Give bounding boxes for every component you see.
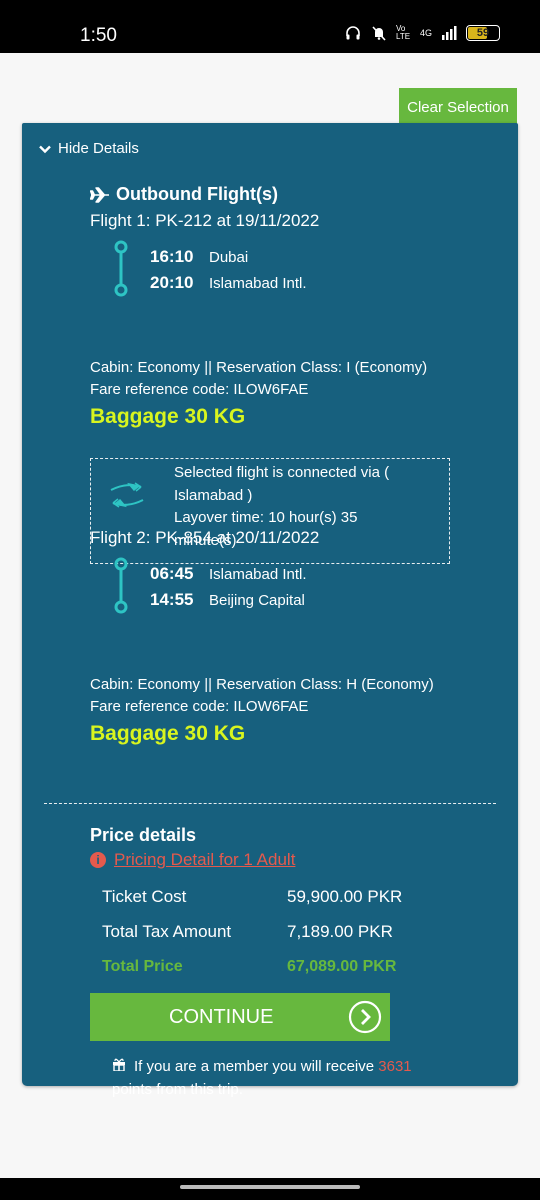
clear-selection-button[interactable]: Clear Selection [399, 88, 517, 126]
ticket-cost-row: Ticket Cost 59,900.00 PKR [102, 887, 402, 907]
departure-airport: Dubai [209, 249, 249, 266]
network-type: 4G [419, 28, 432, 38]
battery-level: 59 [476, 27, 490, 39]
status-icons: Vo LTE 4G 59 [344, 24, 500, 42]
continue-label: CONTINUE [169, 1006, 274, 1028]
member-points-note: If you are a member you will receive 363… [112, 1056, 412, 1098]
section-divider [44, 803, 496, 804]
hide-details-label: Hide Details [58, 140, 139, 157]
price-details-title: Price details [90, 825, 197, 845]
total-price-value: 67,089.00 PKR [287, 958, 397, 975]
outbound-title: Outbound Flight(s) [90, 184, 278, 205]
fare-reference: Fare reference code: ILOW6FAE [90, 698, 309, 715]
flight-2-route: 06:45 Islamabad Intl. 14:55 Beijing Capi… [110, 557, 410, 617]
pricing-detail-link[interactable]: i Pricing Detail for 1 Adult [90, 850, 295, 870]
arrival-time: 14:55 [150, 590, 194, 609]
baggage-allowance: Baggage 30 KG [90, 722, 246, 745]
volte-icon: Vo LTE [395, 24, 411, 41]
arrow-circle-right-icon [348, 1000, 382, 1034]
gift-icon [112, 1056, 128, 1079]
flight-details-card: Hide Details Outbound Flight(s) Flight 1… [22, 123, 518, 1098]
route-line-icon [114, 557, 128, 614]
hide-details-toggle[interactable]: Hide Details [38, 140, 139, 157]
departure-row: 16:10 Dubai [150, 247, 248, 267]
headphones-icon [344, 24, 362, 42]
flight-1-info: Cabin: Economy || Reservation Class: I (… [90, 357, 427, 401]
flight-2-info: Cabin: Economy || Reservation Class: H (… [90, 674, 434, 718]
cabin-info: Cabin: Economy || Reservation Class: H (… [90, 676, 434, 693]
departure-time: 06:45 [150, 564, 194, 583]
arrival-airport: Islamabad Intl. [209, 275, 307, 292]
continue-button[interactable]: CONTINUE [90, 993, 390, 1041]
reward-points: 3631 [378, 1058, 412, 1075]
chevron-down-icon [39, 145, 51, 153]
flight-1-title: Flight 1: PK-212 at 19/11/2022 [90, 211, 320, 230]
mute-bell-icon [370, 24, 388, 42]
arrival-row: 14:55 Beijing Capital [150, 590, 305, 610]
total-price-row: Total Price 67,089.00 PKR [102, 958, 396, 976]
total-price-label: Total Price [102, 958, 183, 975]
arrival-airport: Beijing Capital [209, 592, 305, 609]
battery-icon: 59 [466, 25, 500, 41]
plane-icon [90, 186, 109, 203]
signal-icon [440, 24, 458, 42]
tax-label: Total Tax Amount [102, 922, 232, 941]
ticket-cost-label: Ticket Cost [102, 887, 187, 906]
departure-row: 06:45 Islamabad Intl. [150, 564, 307, 584]
connecting-flights-icon [110, 482, 144, 508]
home-gesture-bar[interactable] [180, 1185, 360, 1189]
connection-info-box: Selected flight is connected via ( Islam… [90, 458, 450, 564]
flight-1-route: 16:10 Dubai 20:10 Islamabad Intl. [110, 240, 410, 300]
page-content: Clear Selection Hide Details Outbound Fl… [0, 53, 540, 1178]
fare-reference: Fare reference code: ILOW6FAE [90, 381, 309, 398]
flight-2-title: Flight 2: PK-854 at 20/11/2022 [90, 528, 320, 547]
ticket-cost-value: 59,900.00 PKR [287, 887, 403, 906]
info-icon: i [90, 852, 106, 868]
cabin-info: Cabin: Economy || Reservation Class: I (… [90, 359, 428, 376]
system-nav-bar [0, 1178, 540, 1200]
departure-time: 16:10 [150, 247, 194, 266]
tax-row: Total Tax Amount 7,189.00 PKR [102, 922, 393, 942]
tax-value: 7,189.00 PKR [287, 922, 393, 941]
departure-airport: Islamabad Intl. [209, 566, 307, 583]
baggage-allowance: Baggage 30 KG [90, 405, 246, 428]
arrival-time: 20:10 [150, 273, 194, 292]
route-line-icon [114, 240, 128, 297]
arrival-row: 20:10 Islamabad Intl. [150, 273, 307, 293]
status-bar: 1:50 Vo LTE 4G 59 [0, 0, 540, 53]
status-time: 1:50 [80, 25, 117, 46]
